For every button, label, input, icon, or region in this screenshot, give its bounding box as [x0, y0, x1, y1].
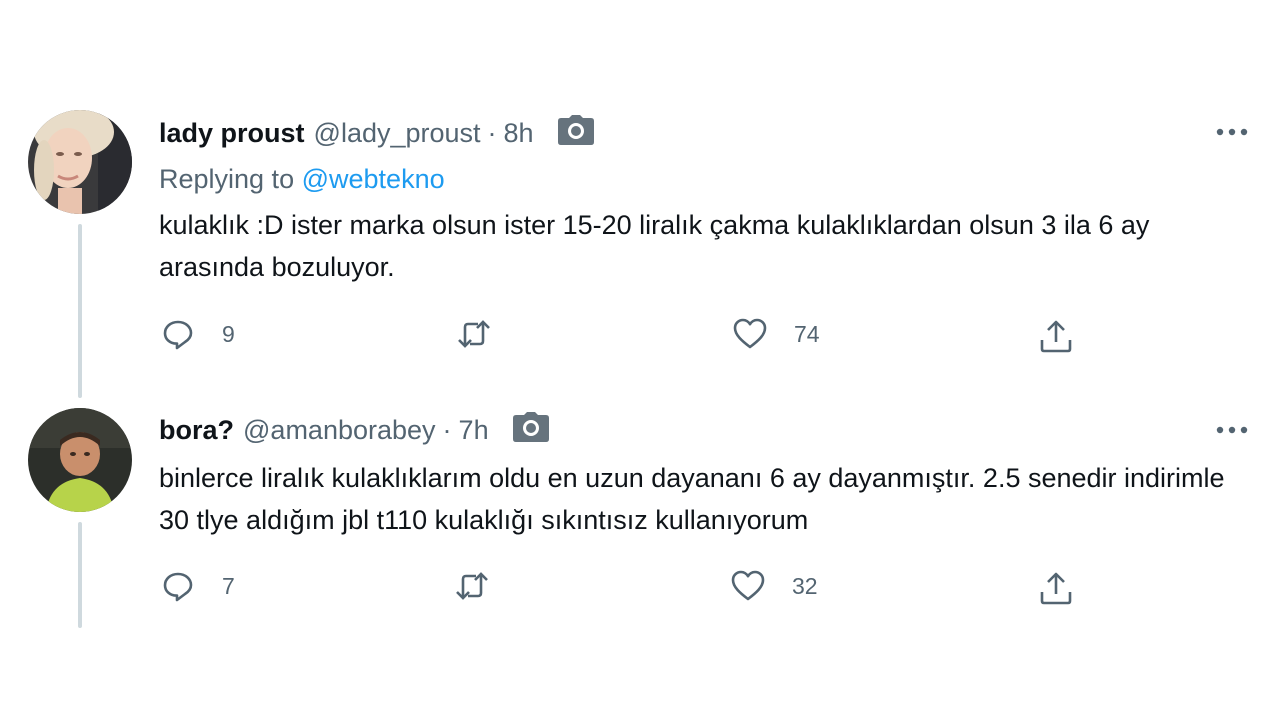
display-name[interactable]: lady proust	[159, 118, 305, 149]
thread-line	[78, 224, 82, 398]
heart-icon	[731, 570, 765, 601]
tweet-header: bora? @amanborabey · 7h	[159, 411, 549, 449]
retweet-icon	[458, 320, 490, 348]
like-count: 32	[792, 572, 818, 599]
user-handle[interactable]: @lady_proust	[314, 118, 481, 149]
share-icon	[1040, 572, 1072, 605]
timestamp[interactable]: 7h	[459, 415, 489, 446]
like-button[interactable]: 32	[730, 568, 818, 604]
more-icon[interactable]	[1214, 420, 1250, 440]
reply-count: 9	[222, 320, 235, 347]
share-icon	[1040, 320, 1072, 353]
thread-line	[78, 522, 82, 628]
heart-icon	[733, 318, 767, 349]
reply-count: 7	[222, 572, 235, 599]
tweet-text: kulaklık :D ister marka olsun ister 15-2…	[159, 210, 1150, 282]
camera-icon	[512, 411, 549, 449]
tweet[interactable]: bora? @amanborabey · 7h binlerce liralık…	[0, 400, 1280, 640]
avatar[interactable]	[28, 408, 132, 512]
like-button[interactable]: 74	[732, 316, 820, 352]
mention-link[interactable]: @webtekno	[302, 164, 445, 194]
like-count: 74	[794, 320, 820, 347]
separator-dot: ·	[487, 117, 497, 148]
reply-button[interactable]: 7	[160, 568, 235, 604]
reply-icon	[163, 572, 193, 602]
avatar[interactable]	[28, 110, 132, 214]
retweet-button[interactable]	[454, 316, 520, 352]
camera-icon	[557, 114, 594, 152]
reply-icon	[163, 320, 193, 350]
replying-to: Replying to @webtekno	[159, 164, 445, 195]
display-name[interactable]: bora?	[159, 415, 234, 446]
tweet[interactable]: lady proust @lady_proust · 8h Replying t…	[0, 0, 1280, 400]
replying-to-label: Replying to	[159, 164, 295, 194]
retweet-icon	[456, 572, 488, 600]
separator-dot: ·	[442, 414, 452, 445]
reply-button[interactable]: 9	[160, 316, 235, 352]
more-icon[interactable]	[1214, 122, 1250, 142]
retweet-button[interactable]	[452, 568, 518, 604]
timestamp[interactable]: 8h	[504, 118, 534, 149]
tweet-header: lady proust @lady_proust · 8h	[159, 114, 594, 152]
share-button[interactable]	[1038, 318, 1074, 354]
tweet-text: binlerce liralık kulaklıklarım oldu en u…	[159, 463, 1225, 535]
user-handle[interactable]: @amanborabey	[243, 415, 436, 446]
share-button[interactable]	[1038, 570, 1074, 606]
